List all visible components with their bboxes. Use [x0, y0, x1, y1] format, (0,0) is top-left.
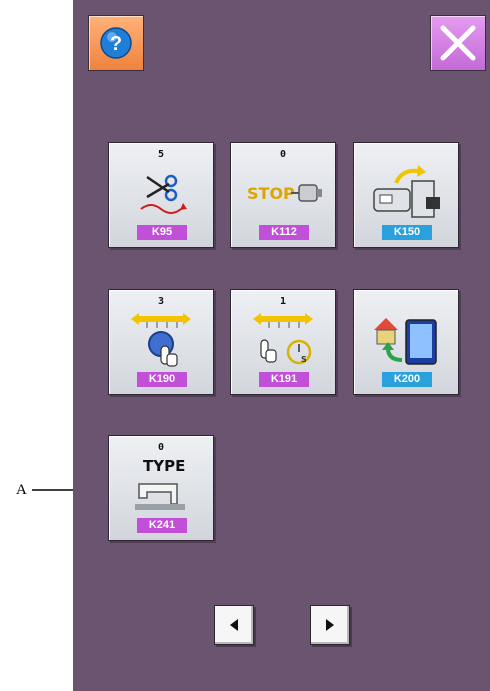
- tile-code: K241: [137, 518, 187, 533]
- annotation-label: A: [16, 482, 27, 498]
- tile-k241[interactable]: 0 TYPE K241: [108, 435, 214, 541]
- close-x-icon: [440, 25, 476, 61]
- next-page-button[interactable]: [310, 605, 350, 645]
- tile-k95[interactable]: 5 K95: [108, 142, 214, 248]
- tile-count: 5: [157, 149, 165, 160]
- home-return-panel-icon: [374, 318, 437, 365]
- triangle-left-icon: [230, 619, 238, 631]
- help-button[interactable]: ?: [88, 15, 144, 71]
- tile-count: 0: [157, 442, 165, 453]
- type-icon-text: TYPE: [143, 457, 185, 475]
- tile-k191[interactable]: 1 S K191: [230, 289, 336, 395]
- tile-k200[interactable]: K200: [353, 289, 459, 395]
- stop-motor-icon: STOP: [247, 184, 322, 203]
- tile-code: K112: [259, 225, 309, 240]
- presser-foot-lift-icon: [373, 165, 440, 218]
- panel-screen: ? 5 K95 0 STOP K112 K150 3 K190 1 S K191…: [73, 0, 490, 691]
- svg-text:?: ?: [110, 33, 122, 55]
- tile-code: K190: [137, 372, 187, 387]
- stop-icon-text: STOP: [247, 184, 295, 203]
- tile-code: K150: [382, 225, 432, 240]
- tile-code: K95: [137, 225, 187, 240]
- tile-code: K200: [382, 372, 432, 387]
- timer-touch-icon: S: [253, 313, 313, 365]
- thread-trimmer-icon: [140, 174, 187, 214]
- triangle-right-icon: [326, 619, 334, 631]
- tile-k112[interactable]: 0 STOP K112: [230, 142, 336, 248]
- timer-icon-text: S: [301, 355, 307, 364]
- tile-count: 0: [279, 149, 287, 160]
- tile-count: 3: [157, 296, 165, 307]
- tile-count: 1: [279, 296, 287, 307]
- tile-k190[interactable]: 3 K190: [108, 289, 214, 395]
- machine-type-icon: TYPE: [135, 457, 185, 510]
- touch-adjust-icon: [131, 313, 191, 367]
- tile-code: K191: [259, 372, 309, 387]
- question-mark-icon: ?: [100, 27, 132, 59]
- tile-k150[interactable]: K150: [353, 142, 459, 248]
- close-button[interactable]: [430, 15, 486, 71]
- prev-page-button[interactable]: [214, 605, 254, 645]
